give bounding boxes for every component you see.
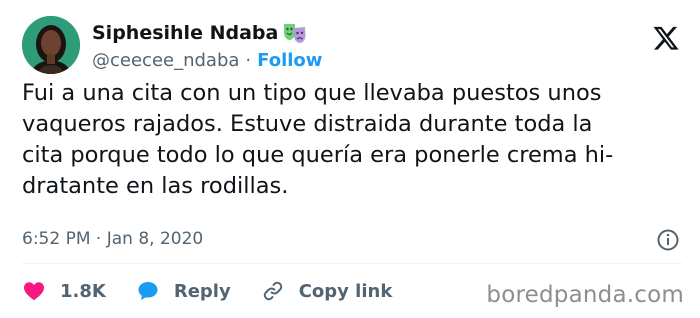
copy-link-button[interactable]: Copy link	[261, 279, 393, 303]
watermark: boredpanda.com	[486, 282, 684, 308]
reply-label: Reply	[173, 280, 231, 302]
copy-link-label: Copy link	[298, 280, 393, 302]
avatar-photo	[22, 16, 80, 74]
theater-masks-emoji-icon	[284, 24, 306, 43]
author-name[interactable]: Siphesihle Ndaba	[92, 22, 278, 44]
divider	[22, 263, 682, 264]
tweet-actions: 1.8K Reply Copy link	[22, 274, 422, 308]
speech-bubble-icon	[138, 282, 158, 300]
link-icon	[263, 281, 282, 301]
reply-button[interactable]: Reply	[136, 279, 231, 303]
heart-icon	[24, 282, 44, 301]
tweet-text: Fui a una cita con un tipo que llevaba p…	[22, 80, 614, 199]
avatar[interactable]	[22, 16, 80, 74]
tweet-meta: 6:52 PM · Jan 8, 2020	[22, 226, 682, 254]
like-button[interactable]: 1.8K	[22, 279, 106, 303]
author-handle[interactable]: @ceecee_ndaba	[92, 50, 239, 71]
tweet-timestamp[interactable]: 6:52 PM · Jan 8, 2020	[22, 229, 203, 249]
x-logo-icon[interactable]	[652, 24, 680, 52]
separator-dot: ·	[245, 50, 252, 71]
tweet-header: Siphesihle Ndaba @ceecee_ndaba · Follow	[22, 16, 682, 80]
like-count: 1.8K	[60, 280, 106, 302]
follow-button[interactable]: Follow	[257, 50, 322, 71]
author-name-row: Siphesihle Ndaba	[92, 22, 308, 44]
info-icon[interactable]	[656, 228, 680, 252]
author-handle-row: @ceecee_ndaba · Follow	[92, 50, 322, 71]
